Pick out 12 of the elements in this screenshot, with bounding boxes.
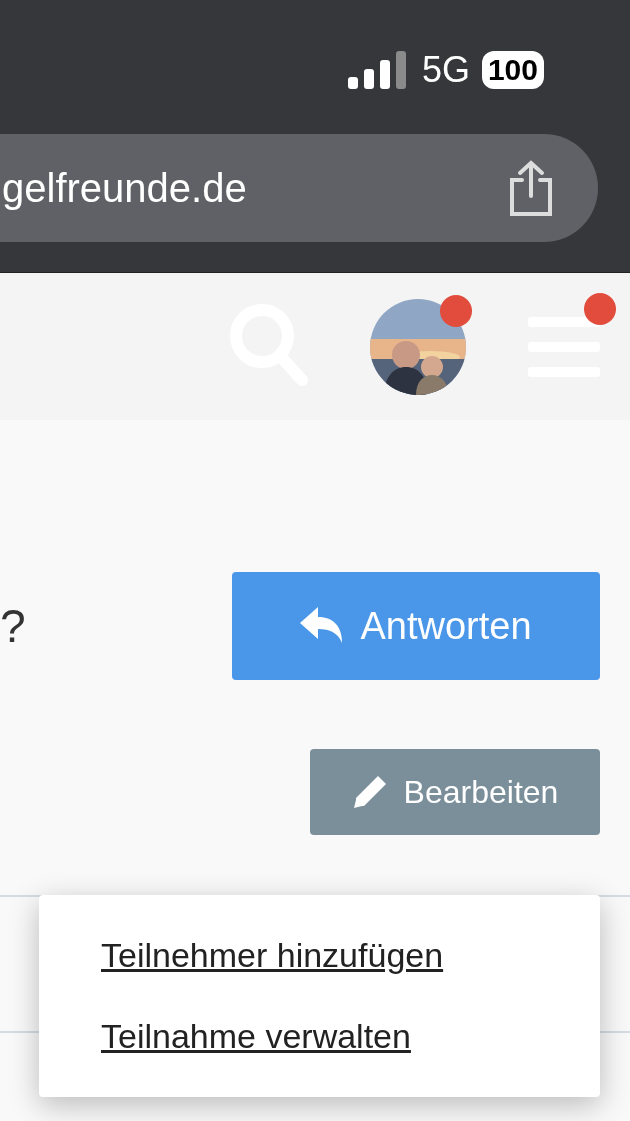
signal-icon (347, 51, 406, 89)
menu-item[interactable]: Teilnahme verwalten (39, 996, 600, 1077)
url-text: gelfreunde.de (2, 165, 247, 212)
heading-text: ? (0, 598, 26, 654)
pencil-icon (351, 774, 388, 810)
menu-icon[interactable] (528, 316, 600, 377)
network-label: 5G (421, 48, 470, 92)
edit-button[interactable]: Bearbeiten (310, 749, 600, 835)
menu-item[interactable]: Teilnehmer hinzufügen (39, 915, 600, 996)
address-bar[interactable]: gelfreunde.de (0, 134, 598, 242)
battery-level: 100 (481, 51, 544, 89)
reply-icon (300, 607, 345, 645)
